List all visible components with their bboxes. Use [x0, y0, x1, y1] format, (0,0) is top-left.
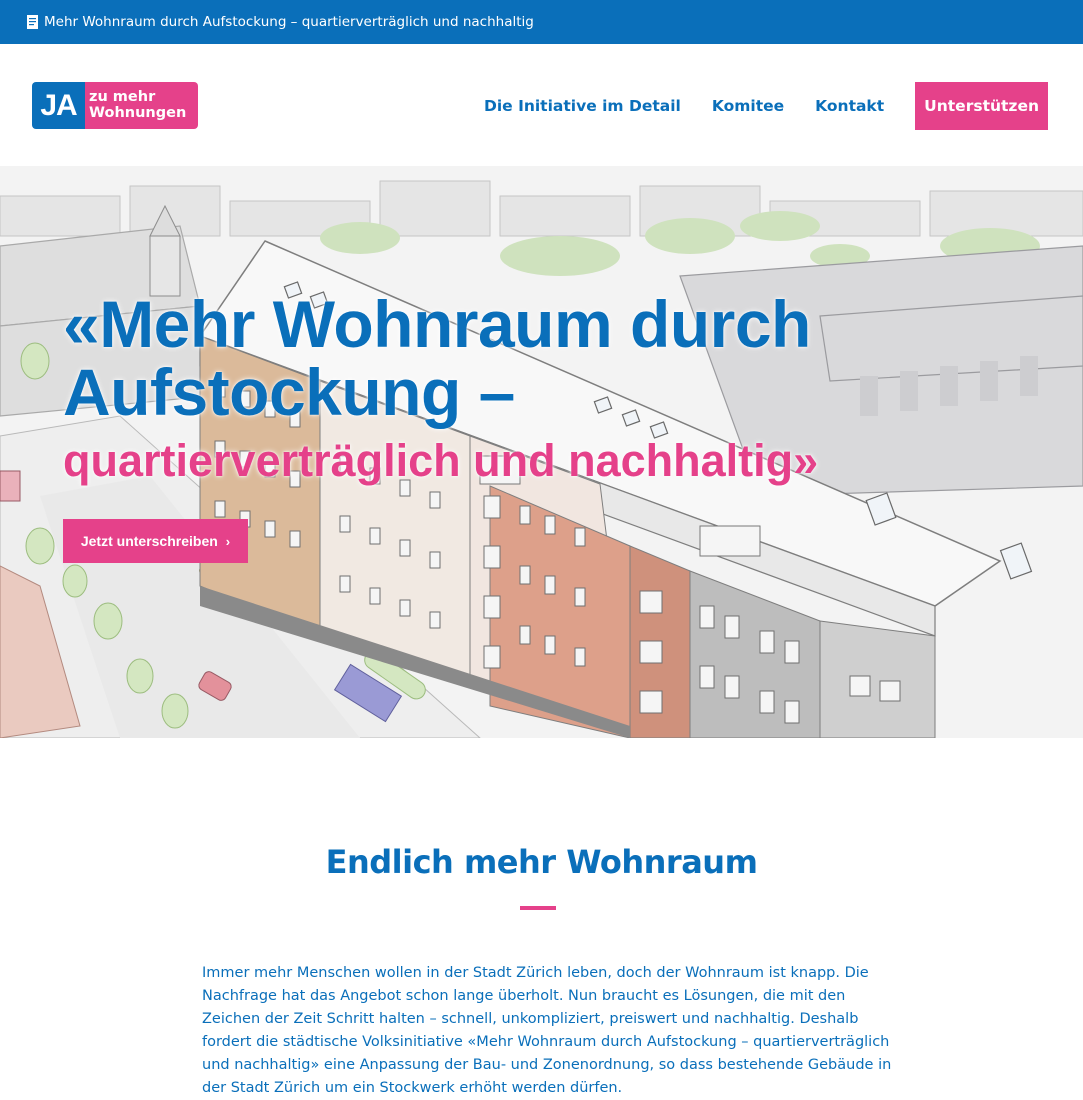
site-header: JA zu mehr Wohnungen Die Initiative im D…	[0, 44, 1083, 166]
sign-now-label: Jetzt unterschreiben	[80, 533, 218, 549]
site-logo[interactable]: JA zu mehr Wohnungen	[32, 82, 198, 129]
hero-title-line2: Aufstockung –	[63, 355, 515, 429]
logo-line1: zu mehr	[89, 89, 156, 105]
announcement-bar: Mehr Wohnraum durch Aufstockung – quarti…	[0, 0, 1083, 44]
section-heading: Endlich mehr Wohnraum	[325, 843, 758, 881]
hero-section: «Mehr Wohnraum durch Aufstockung – quart…	[0, 166, 1083, 738]
sign-now-button[interactable]: Jetzt unterschreiben ›	[63, 519, 248, 563]
document-icon	[27, 15, 38, 29]
main-nav: Die Initiative im Detail Komitee Kontakt…	[484, 82, 1048, 130]
intro-paragraph: Immer mehr Menschen wollen in der Stadt …	[202, 965, 892, 1096]
logo-text: zu mehr Wohnungen	[85, 82, 198, 129]
nav-item-komitee[interactable]: Komitee	[712, 97, 784, 115]
support-button[interactable]: Unterstützen	[915, 82, 1048, 130]
nav-item-kontakt[interactable]: Kontakt	[815, 97, 884, 115]
hero-title-line1: «Mehr Wohnraum durch	[63, 287, 811, 361]
chevron-right-icon: ›	[225, 533, 231, 549]
hero-title: «Mehr Wohnraum durch Aufstockung –	[63, 290, 1043, 426]
logo-ja: JA	[32, 82, 85, 129]
heading-divider	[520, 906, 556, 910]
announcement-text: Mehr Wohnraum durch Aufstockung – quarti…	[44, 14, 534, 30]
hero-subtitle: quartierverträglich und nachhaltig»	[63, 435, 819, 486]
logo-line2: Wohnungen	[89, 105, 187, 121]
nav-item-initiative[interactable]: Die Initiative im Detail	[484, 97, 681, 115]
